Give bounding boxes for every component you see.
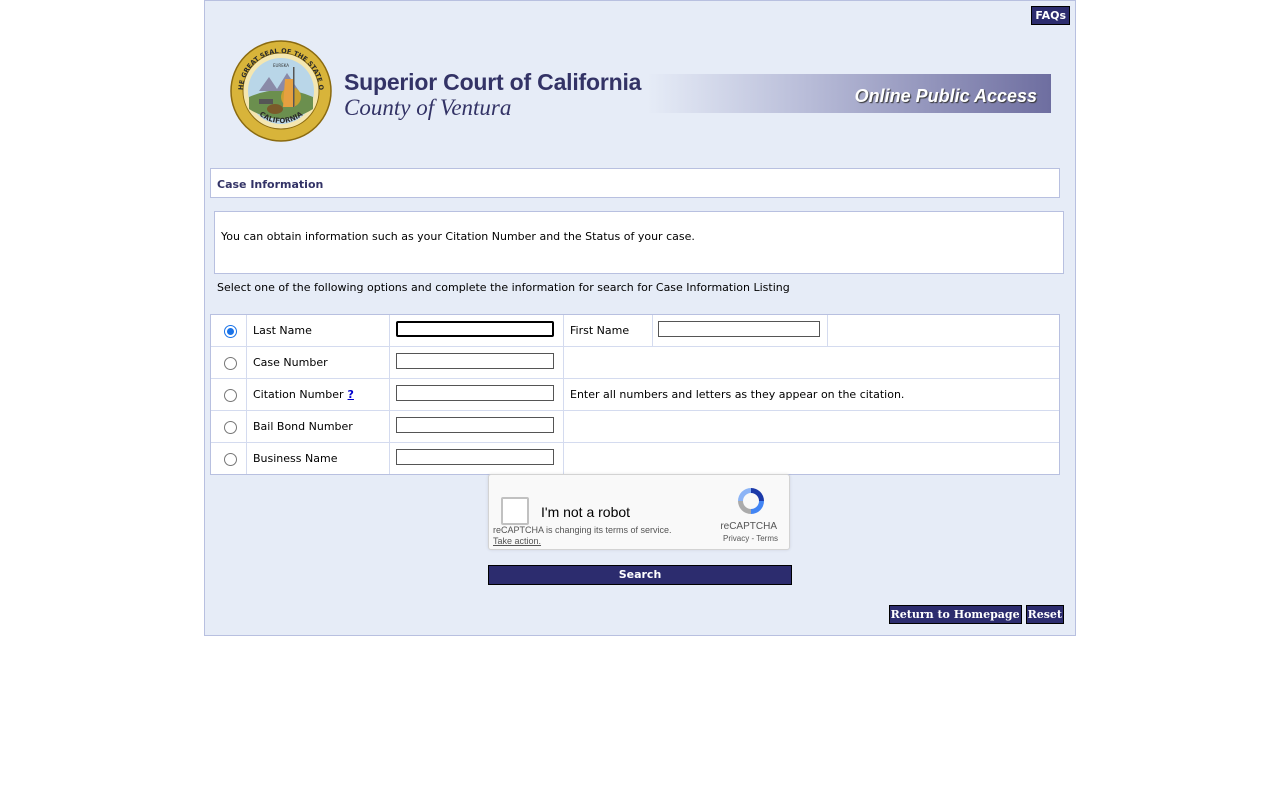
reset-button[interactable]: Reset [1025, 605, 1064, 624]
citation-help-link[interactable]: ? [348, 388, 354, 401]
label-case-number: Case Number [253, 356, 328, 369]
faqs-button[interactable]: FAQs [1031, 6, 1070, 25]
recaptcha-logo-icon [738, 488, 764, 514]
info-text: You can obtain information such as your … [221, 230, 695, 243]
search-row-bail-bond-number: Bail Bond Number [211, 411, 1059, 443]
recaptcha-take-action-link[interactable]: Take action. [493, 536, 541, 546]
label-first-name: First Name [570, 324, 630, 337]
business-name-input[interactable] [396, 449, 554, 465]
bail-bond-number-input[interactable] [396, 417, 554, 433]
search-row-citation-number: Citation Number? Enter all numbers and l… [211, 379, 1059, 411]
search-instructions: Select one of the following options and … [217, 281, 790, 294]
search-row-last-name: Last Name First Name [211, 315, 1059, 347]
recaptcha-widget: I'm not a robot reCAPTCHA Privacy - Term… [488, 474, 790, 550]
recaptcha-label: I'm not a robot [541, 504, 631, 520]
recaptcha-notice: reCAPTCHA is changing its terms of servi… [493, 525, 672, 535]
last-name-input[interactable] [396, 321, 554, 337]
online-public-access-banner: Online Public Access [647, 74, 1051, 113]
seal-motto: EUREKA [273, 63, 289, 68]
info-box: You can obtain information such as your … [214, 211, 1064, 274]
radio-business-name[interactable] [224, 453, 237, 466]
radio-bail-bond-number[interactable] [224, 421, 237, 434]
banner-text: Online Public Access [854, 86, 1037, 106]
court-title: Superior Court of California [344, 69, 642, 95]
recaptcha-brand: reCAPTCHA [720, 521, 777, 532]
california-seal-logo: THE GREAT SEAL OF THE STATE OF CALIFORNI… [229, 39, 332, 142]
label-bail-bond-number: Bail Bond Number [253, 420, 353, 433]
section-header: Case Information [210, 168, 1060, 198]
recaptcha-terms-link[interactable]: Privacy - Terms [723, 534, 778, 543]
search-options-table: Last Name First Name Case Number Citatio… [210, 314, 1060, 475]
bottom-actions: Return to Homepage Reset [888, 605, 1064, 624]
radio-citation-number[interactable] [224, 389, 237, 402]
radio-last-name[interactable] [224, 325, 237, 338]
citation-number-input[interactable] [396, 385, 554, 401]
first-name-input[interactable] [658, 321, 820, 337]
recaptcha-checkbox[interactable] [501, 497, 529, 525]
search-row-business-name: Business Name [211, 443, 1059, 474]
page-container: FAQs THE GREAT SEAL OF THE STATE OF CALI… [204, 0, 1076, 636]
label-citation-number: Citation Number [253, 388, 344, 401]
case-number-input[interactable] [396, 353, 554, 369]
label-business-name: Business Name [253, 452, 338, 465]
label-last-name: Last Name [253, 324, 312, 337]
return-to-homepage-button[interactable]: Return to Homepage [888, 605, 1022, 624]
search-row-case-number: Case Number [211, 347, 1059, 379]
radio-case-number[interactable] [224, 357, 237, 370]
court-county: County of Ventura [344, 95, 512, 120]
section-title: Case Information [217, 178, 324, 191]
citation-note: Enter all numbers and letters as they ap… [570, 388, 905, 401]
search-button[interactable]: Search [488, 565, 792, 585]
